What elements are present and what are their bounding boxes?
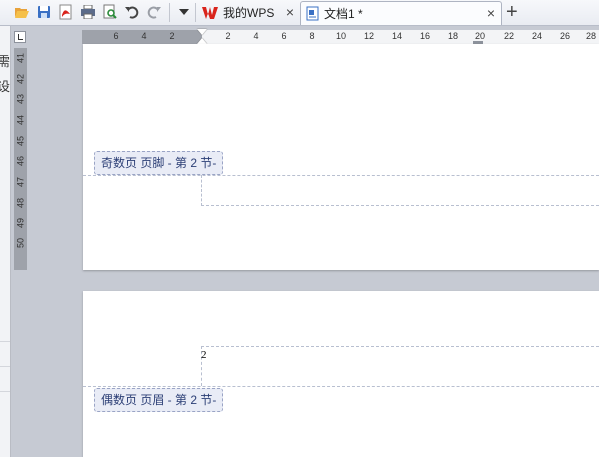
ruler-number: 4 — [141, 31, 147, 41]
customize-dropdown-icon[interactable] — [175, 3, 193, 21]
ruler-number: 2 — [225, 31, 231, 41]
left-side-strip: 需 设 — [0, 26, 11, 457]
first-line-indent-marker[interactable] — [197, 29, 207, 35]
ruler-number: 14 — [391, 31, 403, 41]
body-text[interactable]: 2 — [201, 349, 207, 361]
horizontal-ruler[interactable]: 6 4 2 2 4 6 8 10 12 14 16 18 20 22 24 26… — [82, 29, 599, 44]
ruler-number: 4 — [253, 31, 259, 41]
close-tab-icon[interactable]: × — [286, 4, 294, 20]
even-page-header-label: 偶数页 页眉 - 第 2 节- — [94, 388, 224, 412]
open-folder-icon[interactable] — [13, 3, 31, 21]
ruler-number: 26 — [559, 31, 571, 41]
margin-guide — [201, 346, 599, 347]
ruler-number: 20 — [474, 31, 486, 41]
ruler-number: 12 — [363, 31, 375, 41]
ruler-number: 8 — [309, 31, 315, 41]
ruler-number: 47 — [15, 177, 26, 188]
ruler-number: 10 — [335, 31, 347, 41]
print-preview-icon[interactable] — [101, 3, 119, 21]
vertical-ruler[interactable]: 41 42 43 44 45 46 47 48 49 50 — [14, 48, 27, 270]
save-icon[interactable] — [35, 3, 53, 21]
tab-label: 文档1 * — [324, 7, 363, 21]
side-text-1: 需 — [0, 55, 11, 70]
ruler-number: 24 — [531, 31, 543, 41]
margin-guide — [201, 205, 599, 206]
side-text-2: 设 — [0, 80, 11, 95]
ruler-number: 6 — [281, 31, 287, 41]
odd-page-footer-label: 奇数页 页脚 - 第 2 节- — [94, 151, 224, 175]
header-boundary — [83, 386, 599, 387]
ruler-number: 42 — [15, 74, 26, 85]
wps-logo-icon — [202, 6, 218, 20]
ruler-number: 22 — [503, 31, 515, 41]
new-tab-button[interactable]: + — [506, 0, 518, 24]
ruler-number: 41 — [15, 53, 26, 64]
ruler-number: 45 — [15, 136, 26, 147]
undo-icon[interactable] — [123, 3, 141, 21]
tab-document-1[interactable]: 文档1 * × — [300, 1, 502, 25]
tab-my-wps[interactable]: 我的WPS × — [198, 1, 300, 24]
ruler-number: 16 — [419, 31, 431, 41]
ruler-number: 46 — [15, 156, 26, 167]
document-icon — [306, 6, 319, 21]
ruler-number: 44 — [15, 115, 26, 126]
export-pdf-icon[interactable] — [57, 3, 75, 21]
ruler-number: 2 — [169, 31, 175, 41]
ruler-number: 50 — [15, 238, 26, 249]
footer-boundary — [83, 175, 599, 176]
quick-access-toolbar: 我的WPS × 文档1 * × + — [0, 0, 599, 26]
close-tab-icon[interactable]: × — [487, 5, 495, 21]
ruler-number: 48 — [15, 198, 26, 209]
tab-label: 我的WPS — [223, 6, 275, 20]
ruler-number: 18 — [447, 31, 459, 41]
margin-guide — [201, 175, 202, 206]
ruler-number: 28 — [585, 31, 597, 41]
redo-icon[interactable] — [145, 3, 163, 21]
ruler-number: 43 — [15, 94, 26, 105]
tab-stop-selector[interactable] — [14, 31, 26, 43]
ruler-number: 6 — [113, 31, 119, 41]
page-even[interactable] — [83, 291, 599, 457]
ruler-number: 49 — [15, 218, 26, 229]
print-icon[interactable] — [79, 3, 97, 21]
